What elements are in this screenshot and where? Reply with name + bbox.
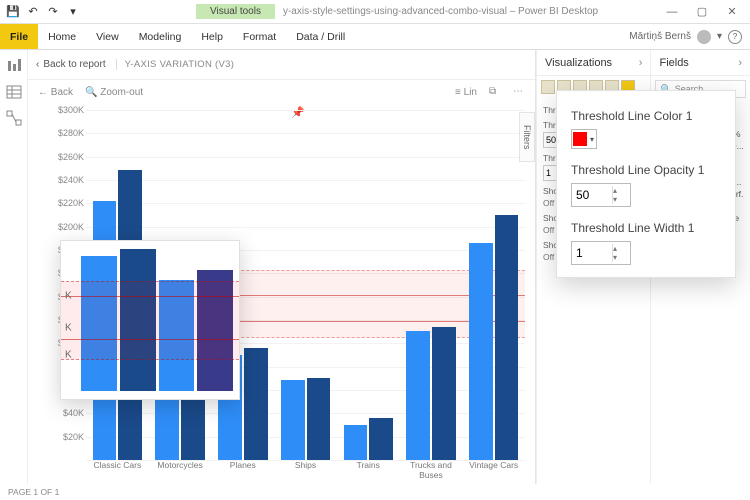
y-tick: $300K bbox=[58, 105, 84, 115]
threshold-popup: Threshold Line Color 1 ▾ Threshold Line … bbox=[556, 90, 736, 278]
tab-help[interactable]: Help bbox=[191, 24, 233, 49]
visualizations-title: Visualizations bbox=[545, 57, 612, 69]
quick-access-toolbar: 💾 ↶ ↷ ▾ bbox=[0, 5, 86, 19]
redo-icon[interactable]: ↷ bbox=[46, 5, 60, 19]
visual-back-button[interactable]: ← Back bbox=[38, 87, 73, 98]
bar-group[interactable] bbox=[400, 110, 463, 460]
tab-view[interactable]: View bbox=[86, 24, 129, 49]
chevron-right-icon: › bbox=[639, 57, 643, 69]
y-tick: $20K bbox=[63, 432, 84, 442]
copy-icon[interactable]: ⧉ bbox=[489, 86, 501, 98]
model-view-icon[interactable] bbox=[6, 110, 22, 126]
breadcrumb-bar: ‹ Back to report Y-AXIS VARIATION (V3) bbox=[28, 50, 535, 80]
chevron-left-icon: ‹ bbox=[36, 59, 39, 70]
x-label: Vintage Cars bbox=[462, 460, 525, 480]
lens-tick: K bbox=[65, 322, 72, 333]
popup-width-input[interactable] bbox=[572, 246, 612, 260]
report-canvas: ‹ Back to report Y-AXIS VARIATION (V3) ←… bbox=[28, 50, 535, 484]
x-label: Planes bbox=[211, 460, 274, 480]
close-button[interactable]: ✕ bbox=[718, 2, 746, 22]
minimize-button[interactable]: — bbox=[658, 2, 686, 22]
status-bar: PAGE 1 OF 1 bbox=[0, 484, 750, 500]
visual-toolbar: ← Back 🔍 Zoom-out ≡ Lin ⧉ ⋯ bbox=[28, 80, 535, 104]
y-tick: $200K bbox=[58, 222, 84, 232]
more-icon[interactable]: ⋯ bbox=[513, 86, 525, 98]
user-area[interactable]: Mārtiņš Bernš ▾ ? bbox=[629, 30, 750, 44]
back-to-report-link[interactable]: ‹ Back to report bbox=[36, 59, 106, 70]
titlebar: 💾 ↶ ↷ ▾ Visual tools y-axis-style-settin… bbox=[0, 0, 750, 24]
tab-modeling[interactable]: Modeling bbox=[129, 24, 192, 49]
popup-width-label: Threshold Line Width 1 bbox=[571, 221, 721, 235]
user-chevron-icon[interactable]: ▾ bbox=[717, 31, 722, 42]
toggle-off-text: Off bbox=[543, 225, 554, 235]
popup-width-stepper[interactable]: ▴▾ bbox=[571, 241, 631, 265]
y-tick: $280K bbox=[58, 128, 84, 138]
document-title-area: Visual tools y-axis-style-settings-using… bbox=[86, 4, 658, 19]
zoom-out-label: Zoom-out bbox=[100, 87, 143, 98]
page-name: Y-AXIS VARIATION (V3) bbox=[116, 59, 235, 70]
color-swatch bbox=[573, 132, 587, 146]
y-tick: $40K bbox=[63, 408, 84, 418]
lens-tick: K bbox=[65, 349, 72, 360]
back-to-report-label: Back to report bbox=[43, 59, 105, 70]
bar-group[interactable] bbox=[274, 110, 337, 460]
tab-data-drill[interactable]: Data / Drill bbox=[286, 24, 355, 49]
zoom-lens-overlay: K K K bbox=[60, 240, 240, 400]
visualizations-header[interactable]: Visualizations › bbox=[537, 50, 650, 76]
data-view-icon[interactable] bbox=[6, 84, 22, 100]
page-indicator: PAGE 1 OF 1 bbox=[8, 487, 59, 497]
save-icon[interactable]: 💾 bbox=[6, 5, 20, 19]
x-label: Motorcycles bbox=[149, 460, 212, 480]
tab-format[interactable]: Format bbox=[233, 24, 286, 49]
avatar bbox=[697, 30, 711, 44]
undo-icon[interactable]: ↶ bbox=[26, 5, 40, 19]
zoom-out-button[interactable]: 🔍 Zoom-out bbox=[85, 87, 143, 98]
filters-tab[interactable]: Filters bbox=[519, 112, 535, 162]
fields-title: Fields bbox=[659, 57, 688, 69]
ribbon: File Home View Modeling Help Format Data… bbox=[0, 24, 750, 50]
popup-color-label: Threshold Line Color 1 bbox=[571, 109, 721, 123]
step-down-icon[interactable]: ▾ bbox=[613, 195, 628, 204]
x-axis: Classic Cars Motorcycles Planes Ships Tr… bbox=[86, 460, 525, 480]
toggle-off-text: Off bbox=[543, 252, 554, 262]
tab-home[interactable]: Home bbox=[38, 24, 86, 49]
report-view-icon[interactable] bbox=[6, 58, 22, 74]
y-tick: $240K bbox=[58, 175, 84, 185]
left-rail bbox=[0, 50, 28, 484]
toggle-off-text: Off bbox=[543, 198, 554, 208]
y-tick: $260K bbox=[58, 152, 84, 162]
color-swatch-picker[interactable]: ▾ bbox=[571, 129, 597, 149]
tab-file[interactable]: File bbox=[0, 24, 38, 49]
step-down-icon[interactable]: ▾ bbox=[613, 253, 628, 262]
y-tick: $220K bbox=[58, 198, 84, 208]
visual-back-label: Back bbox=[51, 87, 73, 98]
popup-opacity-input[interactable] bbox=[572, 188, 612, 202]
maximize-button[interactable]: ▢ bbox=[688, 2, 716, 22]
viz-type-icon[interactable] bbox=[541, 80, 555, 94]
bar-group[interactable] bbox=[462, 110, 525, 460]
step-up-icon[interactable]: ▴ bbox=[613, 244, 628, 253]
user-name: Mārtiņš Bernš bbox=[629, 31, 691, 42]
step-up-icon[interactable]: ▴ bbox=[613, 186, 628, 195]
x-label: Trucks and Buses bbox=[400, 460, 463, 480]
chevron-right-icon: › bbox=[738, 57, 742, 69]
x-label: Ships bbox=[274, 460, 337, 480]
popup-opacity-label: Threshold Line Opacity 1 bbox=[571, 163, 721, 177]
x-label: Classic Cars bbox=[86, 460, 149, 480]
color-dropdown-icon: ▾ bbox=[590, 135, 594, 144]
fields-header[interactable]: Fields › bbox=[651, 50, 750, 76]
line-indicator[interactable]: ≡ Lin bbox=[455, 87, 477, 98]
line-label: Lin bbox=[464, 87, 477, 98]
x-label: Trains bbox=[337, 460, 400, 480]
popup-opacity-stepper[interactable]: ▴▾ bbox=[571, 183, 631, 207]
help-icon[interactable]: ? bbox=[728, 30, 742, 44]
contextual-tab-label: Visual tools bbox=[196, 4, 275, 19]
lens-tick: K bbox=[65, 291, 72, 302]
qat-dropdown-icon[interactable]: ▾ bbox=[66, 5, 80, 19]
bar-group[interactable] bbox=[337, 110, 400, 460]
window-controls: — ▢ ✕ bbox=[658, 2, 750, 22]
document-title: y-axis-style-settings-using-advanced-com… bbox=[283, 6, 598, 17]
